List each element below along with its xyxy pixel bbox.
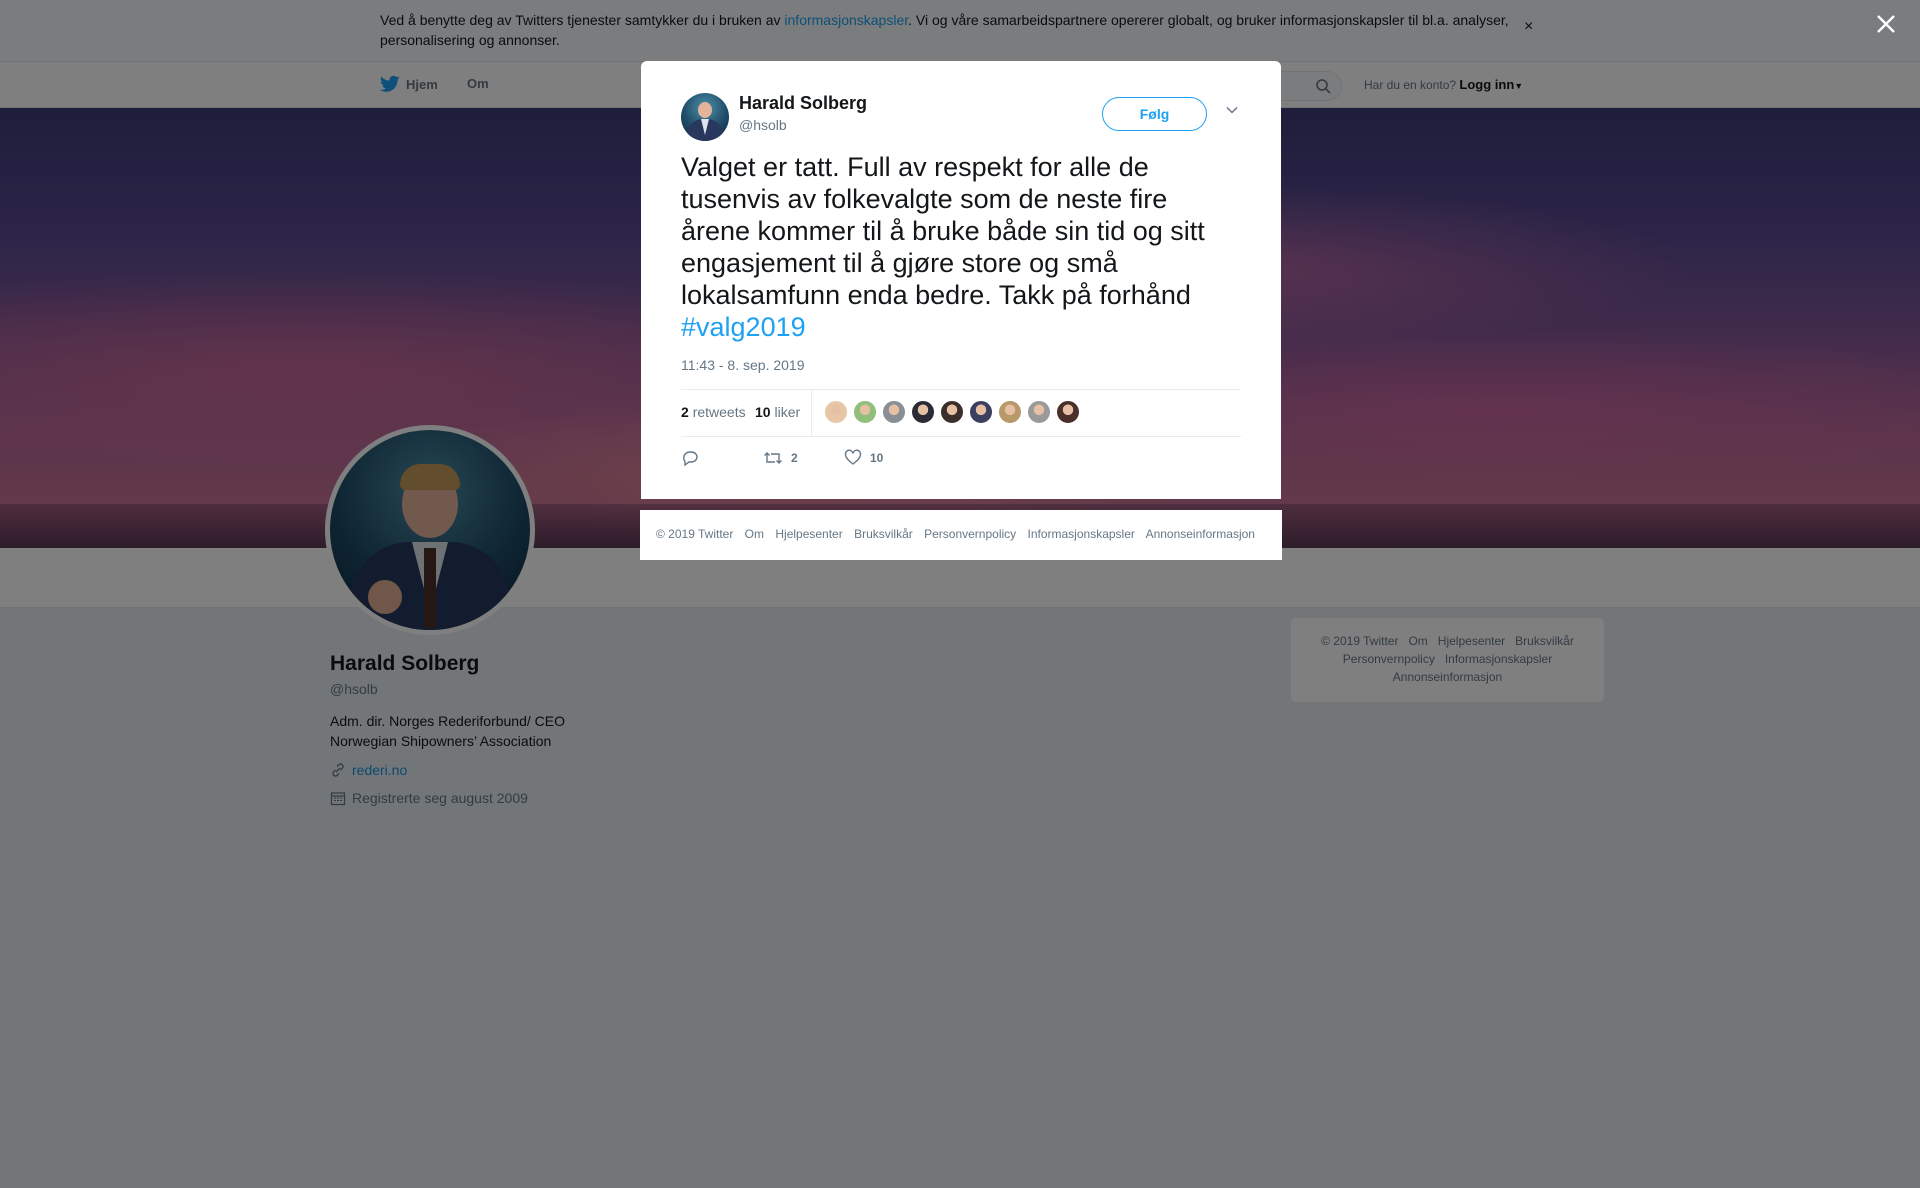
chevron-down-icon[interactable] [1225,103,1239,117]
footer-cookies-link[interactable]: Informasjonskapsler [1028,527,1135,541]
liker-avatar[interactable] [882,400,906,424]
retweet-stat[interactable]: 2 retweets [681,404,746,420]
retweet-stat-count: 2 [681,404,689,420]
stats-divider [811,390,812,436]
tweet-text: Valget er tatt. Full av respekt for alle… [681,151,1241,343]
tweet-timestamp[interactable]: 11:43 - 8. sep. 2019 [681,357,805,373]
tweet-modal: Harald Solberg @hsolb Følg Valget er tat… [641,61,1281,499]
retweet-stat-label: retweets [692,404,746,420]
tweet-hashtag-link[interactable]: #valg2019 [681,312,806,342]
reply-icon [683,451,698,467]
retweet-button[interactable]: 2 [763,449,798,467]
liker-avatar[interactable] [911,400,935,424]
tweet-author-avatar[interactable] [681,93,729,141]
liker-avatar[interactable] [853,400,877,424]
tweet-body: Valget er tatt. Full av respekt for alle… [681,152,1205,310]
footer-about-link[interactable]: Om [745,527,764,541]
like-stat[interactable]: 10 liker [755,404,800,420]
liker-avatar[interactable] [1027,400,1051,424]
footer-ads-info-link[interactable]: Annonseinformasjon [1146,527,1255,541]
reply-button[interactable] [681,449,699,467]
liker-avatars [824,400,1080,424]
footer-terms-link[interactable]: Bruksvilkår [854,527,913,541]
follow-button[interactable]: Følg [1102,97,1207,131]
like-stat-count: 10 [755,404,771,420]
liker-avatar[interactable] [824,400,848,424]
footer-privacy-link[interactable]: Personvernpolicy [924,527,1016,541]
tweet-actions: 2 10 [681,449,1241,473]
liker-avatar[interactable] [969,400,993,424]
tweet-author-name[interactable]: Harald Solberg [739,93,867,114]
liker-avatar[interactable] [998,400,1022,424]
like-button[interactable]: 10 [844,449,883,467]
footer-copyright[interactable]: © 2019 Twitter [656,527,733,541]
footer-help-link[interactable]: Hjelpesenter [775,527,842,541]
retweet-count: 2 [791,451,798,465]
liker-avatar[interactable] [1056,400,1080,424]
modal-footer: © 2019 Twitter Om Hjelpesenter Bruksvilk… [640,510,1282,560]
like-count: 10 [870,451,884,465]
like-stat-label: liker [774,404,801,420]
liker-avatar[interactable] [940,400,964,424]
tweet-author-handle[interactable]: @hsolb [739,117,787,133]
retweet-icon [764,452,782,464]
heart-icon [844,449,862,465]
close-icon[interactable] [1874,12,1898,36]
tweet-stats: 2 retweets 10 liker [681,389,1241,437]
